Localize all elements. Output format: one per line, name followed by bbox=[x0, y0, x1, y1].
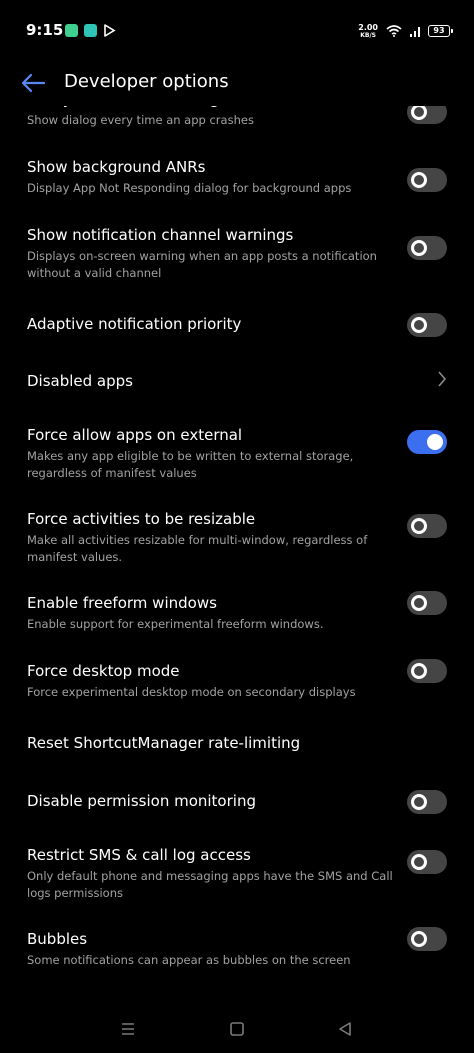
setting-title: Disabled apps bbox=[27, 372, 133, 390]
setting-subtitle: Some notifications can appear as bubbles… bbox=[27, 953, 351, 967]
setting-title: Bubbles bbox=[27, 930, 88, 948]
toggle-switch[interactable] bbox=[407, 106, 447, 124]
toggle-knob bbox=[411, 663, 427, 679]
toggle-knob bbox=[411, 518, 427, 534]
toggle-knob bbox=[427, 434, 443, 450]
toggle-switch[interactable] bbox=[407, 927, 447, 951]
setting-row-adaptive-notification-priority[interactable]: Adaptive notification priority bbox=[0, 313, 474, 379]
toggle-switch[interactable] bbox=[407, 168, 447, 192]
settings-list[interactable]: Always show crash dialog Show dialog ever… bbox=[0, 106, 474, 1010]
setting-row-bubbles[interactable]: Bubbles Some notifications can appear as … bbox=[0, 927, 474, 994]
battery-icon: 93 bbox=[428, 25, 453, 37]
toggle-switch[interactable] bbox=[407, 514, 447, 538]
toggle-switch[interactable] bbox=[407, 790, 447, 814]
toggle-knob bbox=[411, 794, 427, 810]
setting-subtitle: Show dialog every time an app crashes bbox=[27, 113, 254, 127]
setting-title: Restrict SMS & call log access bbox=[27, 846, 251, 864]
setting-title: Show background ANRs bbox=[27, 158, 206, 176]
setting-title: Force desktop mode bbox=[27, 662, 180, 680]
toggle-knob bbox=[411, 854, 427, 870]
setting-subtitle: Enable support for experimental freeform… bbox=[27, 617, 324, 631]
setting-subtitle: Make all activities resizable for multi-… bbox=[27, 533, 368, 564]
setting-title: Reset ShortcutManager rate-limiting bbox=[27, 734, 301, 752]
status-right: 2.00 KB/S 93 bbox=[358, 22, 453, 40]
setting-subtitle: Force experimental desktop mode on secon… bbox=[27, 685, 356, 699]
setting-title: Disable permission monitoring bbox=[27, 792, 256, 810]
status-bar: 9:15 2.00 KB/S 93 bbox=[0, 0, 474, 60]
app-bar: Developer options bbox=[0, 60, 474, 106]
status-time: 9:15 bbox=[26, 21, 64, 39]
setting-row-show-notification-channel-warnings[interactable]: Show notification channel warnings Displa… bbox=[0, 226, 474, 290]
chevron-right-icon bbox=[438, 371, 447, 387]
toggle-knob bbox=[411, 106, 427, 120]
toggle-switch[interactable] bbox=[407, 430, 447, 454]
toggle-knob bbox=[411, 240, 427, 256]
setting-row-force-allow-apps-on-external[interactable]: Force allow apps on external Makes any ap… bbox=[0, 426, 474, 490]
setting-title: Show notification channel warnings bbox=[27, 226, 294, 244]
setting-title: Adaptive notification priority bbox=[27, 315, 242, 333]
home-square-icon[interactable] bbox=[228, 1020, 246, 1038]
toggle-switch[interactable] bbox=[407, 591, 447, 615]
menu-icon[interactable] bbox=[119, 1020, 137, 1038]
chat-app-icon bbox=[84, 24, 97, 37]
setting-title: Enable freeform windows bbox=[27, 594, 217, 612]
setting-subtitle: Displays on-screen warning when an app p… bbox=[27, 249, 377, 280]
setting-row-show-background-anrs[interactable]: Show background ANRs Display App Not Resp… bbox=[0, 158, 474, 222]
page-title: Developer options bbox=[64, 71, 229, 92]
camera-app-icon bbox=[65, 24, 78, 37]
setting-subtitle: Makes any app eligible to be written to … bbox=[27, 449, 354, 480]
toggle-switch[interactable] bbox=[407, 313, 447, 337]
signal-icon bbox=[410, 27, 420, 37]
setting-subtitle: Display App Not Responding dialog for ba… bbox=[27, 181, 352, 195]
toggle-switch[interactable] bbox=[407, 236, 447, 260]
setting-row-force-desktop-mode[interactable]: Force desktop mode Force experimental des… bbox=[0, 659, 474, 726]
back-triangle-icon[interactable] bbox=[336, 1020, 354, 1038]
setting-row-reset-shortcutmanager-rate-limiting[interactable]: Reset ShortcutManager rate-limiting bbox=[0, 734, 474, 798]
back-arrow-icon[interactable] bbox=[20, 71, 46, 95]
setting-row-restrict-sms-and-call-log-access[interactable]: Restrict SMS & call log access Only defau… bbox=[0, 846, 474, 910]
toggle-switch[interactable] bbox=[407, 659, 447, 683]
toggle-switch[interactable] bbox=[407, 850, 447, 874]
setting-row-force-activities-to-be-resizable[interactable]: Force activities to be resizable Make all… bbox=[0, 510, 474, 574]
toggle-knob bbox=[411, 317, 427, 333]
toggle-knob bbox=[411, 172, 427, 188]
toggle-knob bbox=[411, 931, 427, 947]
setting-subtitle: Only default phone and messaging apps ha… bbox=[27, 869, 393, 900]
setting-row-enable-freeform-windows[interactable]: Enable freeform windows Enable support fo… bbox=[0, 591, 474, 658]
setting-row-always-show-crash-dialog[interactable]: Always show crash dialog Show dialog ever… bbox=[0, 106, 474, 154]
setting-title: Force activities to be resizable bbox=[27, 510, 256, 528]
network-speed: 2.00 KB/S bbox=[358, 22, 378, 39]
wifi-icon bbox=[386, 25, 402, 37]
navigation-bar bbox=[0, 1010, 474, 1053]
setting-title: Always show crash dialog bbox=[27, 106, 219, 108]
setting-title: Force allow apps on external bbox=[27, 426, 243, 444]
play-store-icon bbox=[104, 24, 116, 37]
toggle-knob bbox=[411, 595, 427, 611]
